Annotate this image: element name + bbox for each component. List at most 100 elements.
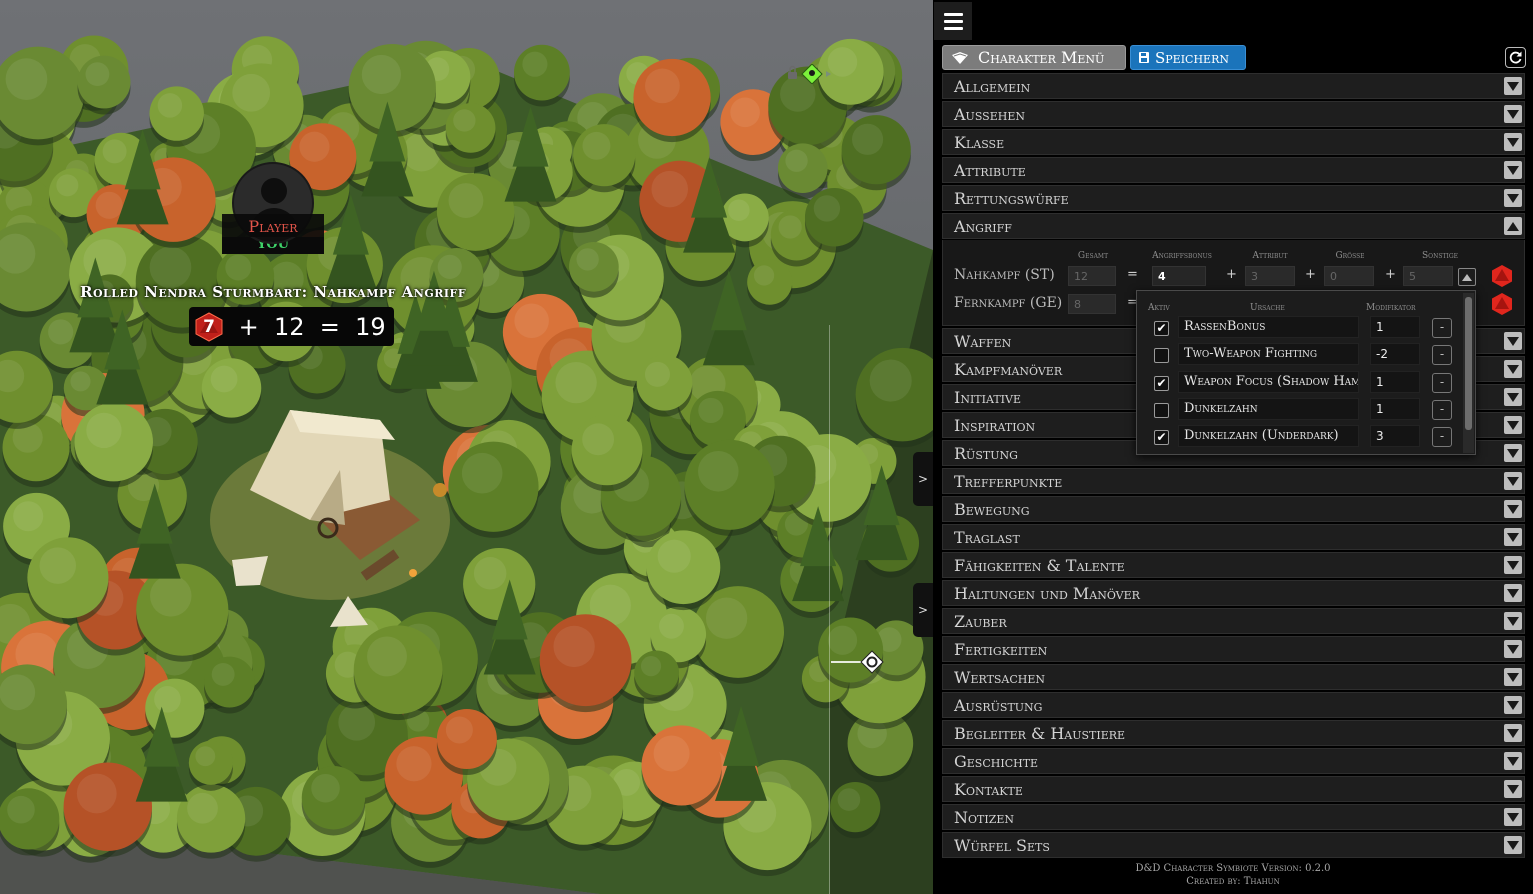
target-crosshair-icon[interactable]: [860, 650, 884, 674]
expand-arrow-icon[interactable]: [1504, 780, 1522, 798]
expand-arrow-icon[interactable]: [1504, 640, 1522, 658]
remove-modifier-button[interactable]: -: [1432, 345, 1452, 366]
section-würfel-sets[interactable]: Würfel Sets: [942, 832, 1525, 858]
modifier-row: ✔ RassenBonus 1-: [1137, 315, 1467, 342]
map-marker-icon[interactable]: [787, 64, 833, 84]
section-zauber[interactable]: Zauber: [942, 608, 1525, 634]
character-menu-button[interactable]: Charakter Menü: [942, 45, 1126, 70]
modifier-field[interactable]: 3: [1370, 425, 1420, 448]
section-kontakte[interactable]: Kontakte: [942, 776, 1525, 802]
expand-arrow-icon[interactable]: [1504, 388, 1522, 406]
cause-field[interactable]: Dunkelzahn: [1178, 397, 1359, 420]
section-rettungswürfe[interactable]: Rettungswürfe: [942, 185, 1525, 211]
section-label: Aussehen: [954, 105, 1025, 124]
expand-arrow-icon[interactable]: [1504, 360, 1522, 378]
section-ausrüstung[interactable]: Ausrüstung: [942, 692, 1525, 718]
target-line: [831, 661, 861, 663]
active-checkbox[interactable]: [1154, 402, 1169, 418]
expand-arrow-icon[interactable]: [1504, 332, 1522, 350]
melee-attack-bonus-field[interactable]: 4: [1152, 266, 1206, 286]
expand-arrow-icon[interactable]: [1504, 724, 1522, 742]
expand-arrow-icon[interactable]: [1504, 500, 1522, 518]
expand-arrow-icon[interactable]: [1504, 161, 1522, 179]
cause-field[interactable]: Two-Weapon Fighting: [1178, 343, 1359, 366]
refresh-button[interactable]: [1505, 47, 1526, 68]
refresh-icon: [1509, 51, 1522, 64]
section-aussehen[interactable]: Aussehen: [942, 101, 1525, 127]
active-checkbox[interactable]: ✔: [1154, 430, 1169, 446]
cause-field[interactable]: Weapon Focus (Shadow Hammer): [1178, 370, 1359, 393]
expand-arrow-icon[interactable]: [1504, 668, 1522, 686]
melee-attribute-field: 3: [1245, 266, 1295, 286]
expand-arrow-icon[interactable]: [1504, 528, 1522, 546]
expand-arrow-icon[interactable]: [1504, 612, 1522, 630]
plus-sign: +: [1226, 267, 1237, 282]
expand-arrow-icon[interactable]: [1504, 189, 1522, 207]
modifier-row: ✔ Weapon Focus (Shadow Hammer) 1-: [1137, 370, 1467, 397]
modifier-field[interactable]: -2: [1370, 343, 1420, 366]
remove-modifier-button[interactable]: -: [1432, 399, 1452, 420]
remove-modifier-button[interactable]: -: [1432, 372, 1452, 393]
expand-arrow-icon[interactable]: [1504, 416, 1522, 434]
section-bewegung[interactable]: Bewegung: [942, 496, 1525, 522]
section-wertsachen[interactable]: Wertsachen: [942, 664, 1525, 690]
modifier-field[interactable]: 1: [1370, 370, 1420, 393]
roll-expression: + 12 = 19: [231, 312, 386, 341]
expand-arrow-icon[interactable]: [1504, 133, 1522, 151]
section-trefferpunkte[interactable]: Trefferpunkte: [942, 468, 1525, 494]
modifier-field[interactable]: 1: [1370, 397, 1420, 420]
expand-arrow-icon[interactable]: [1504, 584, 1522, 602]
active-checkbox[interactable]: ✔: [1154, 375, 1169, 391]
collapse-arrow-icon[interactable]: [1504, 217, 1522, 235]
section-notizen[interactable]: Notizen: [942, 804, 1525, 830]
expand-arrow-icon[interactable]: [1504, 105, 1522, 123]
melee-other-field[interactable]: 5: [1403, 266, 1453, 286]
expand-arrow-icon[interactable]: [1504, 696, 1522, 714]
roll-ranged-d20-icon[interactable]: [1490, 292, 1514, 316]
collapse-panel-tab-1[interactable]: >: [913, 452, 933, 506]
active-checkbox[interactable]: ✔: [1154, 321, 1169, 336]
hamburger-menu-icon[interactable]: [934, 2, 972, 40]
section-label: Traglast: [954, 528, 1020, 547]
header-sonstige: Sonstige: [1422, 251, 1458, 261]
remove-modifier-button[interactable]: -: [1432, 318, 1452, 338]
section-angriff[interactable]: Angriff: [942, 213, 1525, 239]
footer-credit: Created by: Thahun: [1186, 876, 1280, 887]
toggle-modifiers-icon[interactable]: [1458, 268, 1476, 286]
section-geschichte[interactable]: Geschichte: [942, 748, 1525, 774]
popup-scrollbar[interactable]: [1463, 293, 1474, 453]
expand-arrow-icon[interactable]: [1504, 556, 1522, 574]
modifier-field[interactable]: 1: [1370, 316, 1420, 338]
section-fertigkeiten[interactable]: Fertigkeiten: [942, 636, 1525, 662]
section-fähigkeiten-talente[interactable]: Fähigkeiten & Talente: [942, 552, 1525, 578]
expand-arrow-icon[interactable]: [1504, 444, 1522, 462]
remove-modifier-button[interactable]: -: [1432, 427, 1452, 448]
collapse-panel-tab-2[interactable]: >: [913, 583, 933, 637]
active-checkbox[interactable]: [1154, 348, 1169, 364]
melee-label: Nahkampf (ST): [954, 267, 1055, 283]
modifier-row: Dunkelzahn 1-: [1137, 397, 1467, 424]
roll-melee-d20-icon[interactable]: [1490, 264, 1514, 288]
section-haltungen-und-manöver[interactable]: Haltungen und Manöver: [942, 580, 1525, 606]
melee-size-field[interactable]: 0: [1324, 266, 1374, 286]
cause-field[interactable]: RassenBonus: [1178, 316, 1359, 338]
section-klasse[interactable]: Klasse: [942, 129, 1525, 155]
expand-arrow-icon[interactable]: [1504, 752, 1522, 770]
save-button[interactable]: Speichern: [1130, 45, 1246, 70]
section-begleiter-haustiere[interactable]: Begleiter & Haustiere: [942, 720, 1525, 746]
expand-arrow-icon[interactable]: [1504, 836, 1522, 854]
expand-arrow-icon[interactable]: [1504, 77, 1522, 95]
section-traglast[interactable]: Traglast: [942, 524, 1525, 550]
game-viewport[interactable]: Player YOU Rolled Nendra Sturmbart: Nahk…: [0, 0, 933, 894]
ruler-line: [829, 325, 830, 894]
section-allgemein[interactable]: Allgemein: [942, 73, 1525, 99]
section-label: Rüstung: [954, 444, 1018, 463]
player-token[interactable]: Player YOU: [222, 162, 324, 254]
expand-arrow-icon[interactable]: [1504, 472, 1522, 490]
expand-arrow-icon[interactable]: [1504, 808, 1522, 826]
section-label: Geschichte: [954, 752, 1039, 771]
cause-field[interactable]: Dunkelzahn (Underdark): [1178, 425, 1359, 448]
section-attribute[interactable]: Attribute: [942, 157, 1525, 183]
forest-terrain: [0, 35, 933, 894]
character-panel: Charakter Menü Speichern Allgemein Ausseh…: [933, 0, 1533, 894]
